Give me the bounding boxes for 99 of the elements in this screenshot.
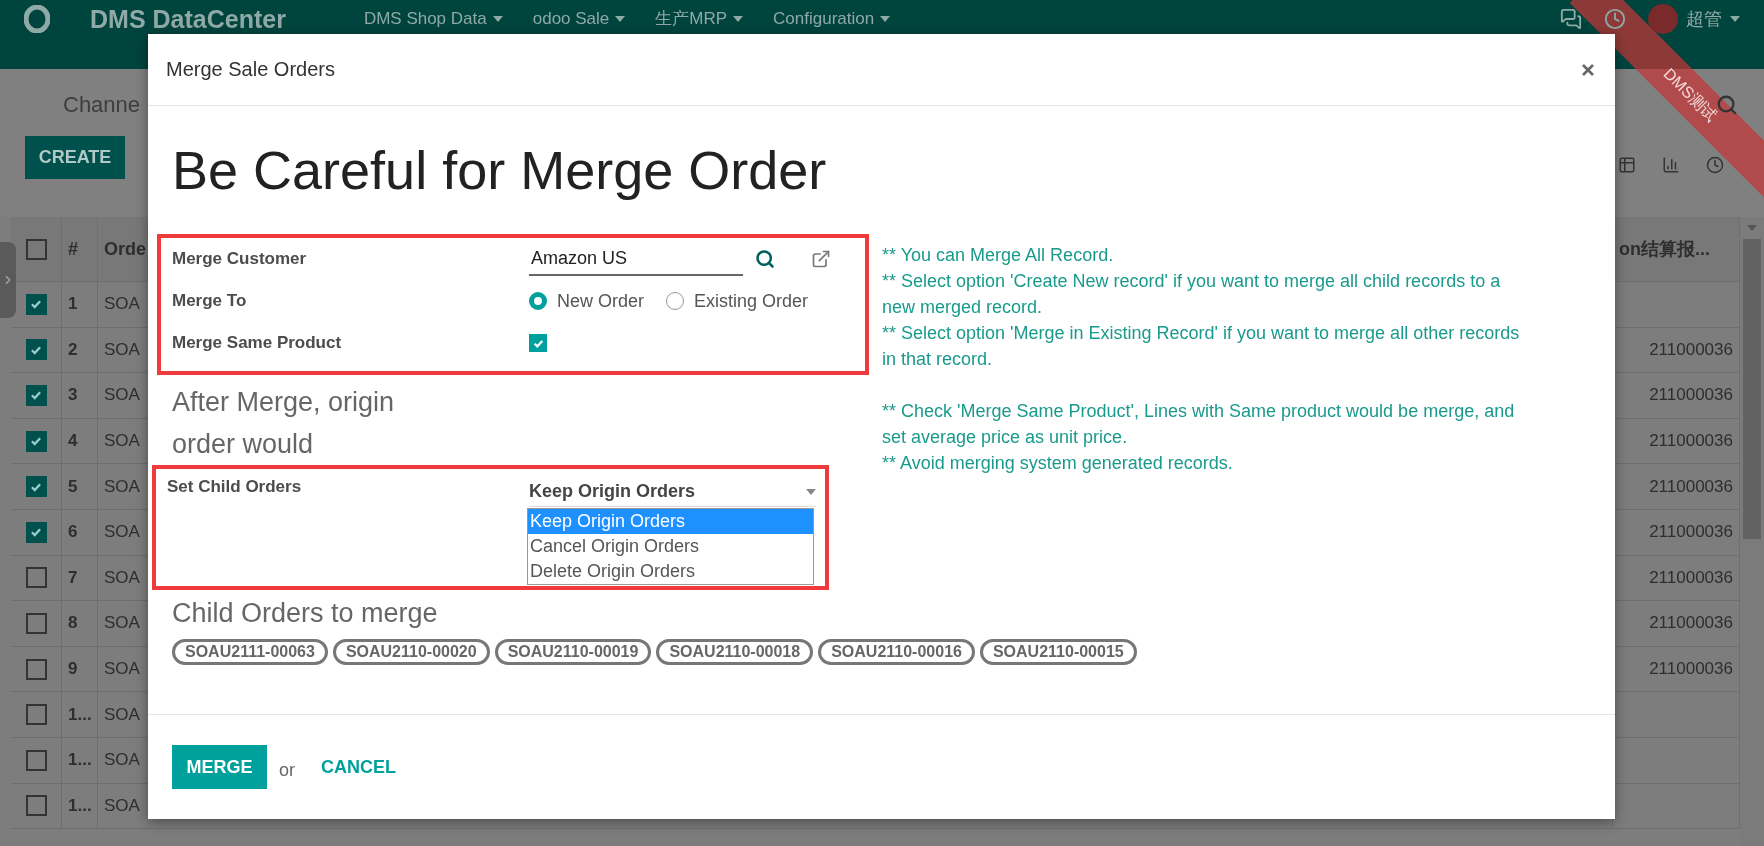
menu-item[interactable]: 生产MRP xyxy=(655,5,744,33)
radio-option[interactable]: Existing Order xyxy=(666,290,809,312)
field-label: Merge To xyxy=(172,291,248,311)
row-number: 2 xyxy=(68,339,78,360)
caret-icon xyxy=(733,16,744,22)
row-number: 7 xyxy=(68,567,78,588)
search-icon[interactable] xyxy=(753,247,777,271)
chat-icon[interactable] xyxy=(1560,8,1582,30)
or-text: or xyxy=(279,759,295,781)
dialog-title: Merge Sale Orders xyxy=(166,58,335,81)
radio-option[interactable]: New Order xyxy=(529,290,645,312)
checkbox[interactable] xyxy=(25,612,47,634)
table-cell: SOA xyxy=(104,567,140,588)
order-tag: SOAU2110-00016 xyxy=(818,639,975,665)
table-cell: SOA xyxy=(104,704,140,725)
menu-item[interactable]: DMS Shop Data xyxy=(363,5,503,33)
dialog-heading: Be Careful for Merge Order xyxy=(172,139,828,202)
table-cell: 211000036 xyxy=(1649,431,1733,452)
table-cell: 211000036 xyxy=(1649,339,1733,360)
table-cell: SOA xyxy=(104,339,140,360)
menu-item[interactable]: Configuration xyxy=(773,5,891,33)
row-number: 6 xyxy=(68,522,78,543)
select-field[interactable]: Keep Origin Orders xyxy=(529,477,816,507)
cancel-link[interactable]: CANCEL xyxy=(321,756,396,778)
column-header[interactable]: # xyxy=(68,238,78,260)
clock-icon[interactable] xyxy=(1604,8,1626,30)
row-number: 3 xyxy=(68,385,78,406)
checkbox[interactable] xyxy=(25,238,47,260)
section-heading: After Merge, origin order would xyxy=(172,386,396,461)
checkbox[interactable] xyxy=(25,293,47,315)
menu-item[interactable]: odoo Sale xyxy=(532,5,626,33)
app-name: DMS DataCenter xyxy=(90,5,286,33)
sidebar-toggle[interactable] xyxy=(0,242,16,318)
checkbox[interactable] xyxy=(25,385,47,406)
help-text: ** Select option 'Merge in Existing Record' if you want to merge all other records in that record. xyxy=(882,322,1521,371)
field-label: Merge Same Product xyxy=(172,333,343,353)
order-tag: SOAU2110-00020 xyxy=(332,639,490,665)
order-tag: SOAU2111-00063 xyxy=(172,639,328,665)
table-cell: SOA xyxy=(104,476,140,497)
dropdown-option[interactable]: Keep Origin Orders xyxy=(528,509,813,534)
checkbox[interactable] xyxy=(25,795,47,817)
row-number: 5 xyxy=(68,476,78,497)
row-number: 4 xyxy=(68,431,78,452)
scrollbar-thumb[interactable] xyxy=(1743,239,1761,539)
create-button[interactable]: CREATE xyxy=(25,136,125,179)
user-name[interactable]: 超管 xyxy=(1686,7,1722,31)
caret-icon xyxy=(1730,16,1740,22)
table-cell: 211000036 xyxy=(1649,476,1733,497)
caret-icon xyxy=(615,16,626,22)
table-cell: SOA xyxy=(104,294,140,315)
checkbox[interactable] xyxy=(25,749,47,771)
table-cell: SOA xyxy=(104,431,140,452)
field-label: Merge Customer xyxy=(172,249,308,269)
column-header[interactable]: Orde xyxy=(104,238,146,260)
row-number: 1 xyxy=(68,294,78,315)
table-cell: 211000036 xyxy=(1649,659,1733,680)
help-text: ** Select option 'Create New record' if you want to merge all child records to a new merged record. xyxy=(882,270,1502,319)
table-cell: 211000036 xyxy=(1649,385,1733,406)
search-icon[interactable] xyxy=(1716,94,1738,116)
table-cell: SOA xyxy=(104,659,140,680)
table-cell: SOA xyxy=(104,795,140,816)
row-number: 8 xyxy=(68,613,78,634)
section-heading: Child Orders to merge xyxy=(172,597,439,630)
caret-icon xyxy=(492,16,503,22)
table-cell: SOA xyxy=(104,750,140,771)
caret-icon xyxy=(880,16,891,22)
merge-button[interactable]: MERGE xyxy=(172,745,267,789)
order-tag: SOAU2110-00015 xyxy=(979,639,1137,665)
table-cell: 211000036 xyxy=(1649,522,1733,543)
checkbox[interactable] xyxy=(25,430,47,452)
order-tag: SOAU2110-00018 xyxy=(656,639,814,665)
row-number: 1... xyxy=(68,750,92,771)
order-tag: SOAU2110-00019 xyxy=(494,639,652,665)
caret-icon xyxy=(1747,225,1757,231)
logo-icon[interactable] xyxy=(24,5,50,33)
customer-field[interactable]: Amazon US xyxy=(529,242,743,276)
table-cell: SOA xyxy=(104,613,140,634)
checkbox[interactable] xyxy=(25,567,47,589)
table-cell: SOA xyxy=(104,522,140,543)
chart-icon[interactable] xyxy=(1662,156,1680,174)
row-number: 1... xyxy=(68,795,92,816)
table-cell: 211000036 xyxy=(1649,567,1733,588)
row-number: 9 xyxy=(68,659,78,680)
help-text: ** You can Merge All Record. xyxy=(882,244,1115,267)
checkbox[interactable] xyxy=(25,339,47,361)
caret-icon xyxy=(806,488,816,495)
table-cell: SOA xyxy=(104,385,140,406)
checkbox[interactable] xyxy=(25,521,47,543)
checkbox[interactable] xyxy=(25,704,47,726)
checkbox[interactable] xyxy=(25,658,47,680)
table-cell: 211000036 xyxy=(1649,613,1733,634)
list-view-icon[interactable] xyxy=(1618,156,1636,174)
clock-icon[interactable] xyxy=(1706,156,1724,174)
checkbox[interactable] xyxy=(25,476,47,498)
checkbox[interactable] xyxy=(529,334,547,352)
help-text: ** Avoid merging system generated records. xyxy=(882,452,1234,475)
row-number: 1... xyxy=(68,704,92,725)
field-label: Set Child Orders xyxy=(167,477,303,497)
help-text: ** Check 'Merge Same Product', Lines with Same product would be merge, and set average price as unit price. xyxy=(882,400,1516,449)
